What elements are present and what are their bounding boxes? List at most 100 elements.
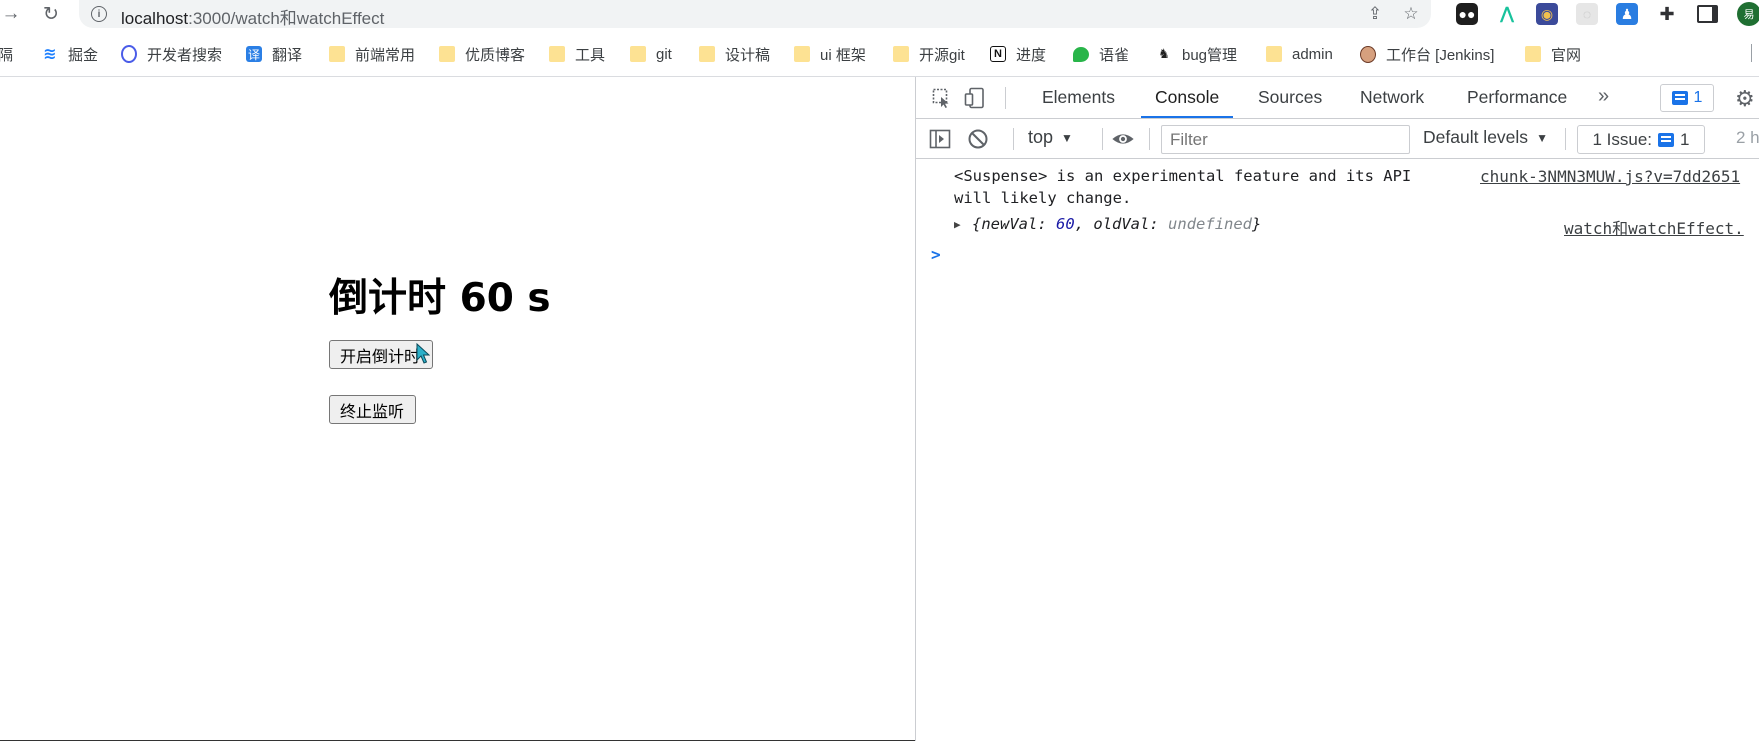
bookmark-item[interactable]: ≋ 掘金 (42, 44, 98, 64)
toolbar-divider (1013, 128, 1014, 150)
console-messages-badge[interactable]: 1 (1660, 84, 1714, 112)
tab-sources[interactable]: Sources (1258, 77, 1322, 118)
extension-icon[interactable]: ◌ (1576, 3, 1598, 25)
context-selector[interactable]: top ▼ (1028, 127, 1073, 148)
hidden-messages-count: 2 h (1736, 128, 1759, 147)
folder-icon (329, 46, 345, 62)
console-filter-input[interactable] (1161, 125, 1410, 154)
console-source-link[interactable]: watch和watchEffect. (1564, 215, 1744, 239)
extension-icon[interactable]: ♟ (1616, 3, 1638, 25)
vue-devtools-icon[interactable]: ⋀ (1496, 3, 1518, 25)
profile-avatar[interactable]: 易 (1737, 2, 1759, 26)
bookmark-item[interactable]: 开发者搜索 (121, 44, 222, 64)
bookmark-item[interactable]: admin (1266, 44, 1333, 64)
share-icon[interactable]: ⇪ (1365, 4, 1385, 24)
tab-performance[interactable]: Performance (1467, 77, 1567, 118)
bookmark-item[interactable]: 开源git (893, 44, 965, 64)
bug-icon: ♞ (1158, 46, 1170, 61)
folder-icon (549, 46, 565, 62)
bookmark-label: 工作台 [Jenkins] (1386, 46, 1495, 64)
bookmark-label: 翻译 (272, 46, 303, 64)
obj-brace: { (972, 215, 982, 233)
reload-icon[interactable]: ↻ (40, 3, 62, 25)
page-viewport: 倒计时 60 s 开启倒计时 终止监听 (0, 77, 915, 741)
extension-icon[interactable]: ◉ (1536, 3, 1558, 25)
notion-icon: N (990, 46, 1006, 62)
devtools-panel: Elements Console Sources Network Perform… (915, 77, 1759, 741)
console-toolbar: top ▼ Default levels ▼ 1 Issue: 1 2 h (916, 119, 1759, 159)
tab-network[interactable]: Network (1360, 77, 1424, 118)
bookmark-label: 官网 (1551, 46, 1582, 64)
jenkins-icon (1360, 45, 1376, 63)
toolbar-divider (1005, 87, 1006, 109)
bookmark-label: 工具 (575, 46, 606, 64)
bookmarks-bar: 隔 ≋ 掘金 开发者搜索 译翻译 前端常用 优质博客 工具 git 设计稿 ui … (0, 36, 1759, 72)
mouse-cursor-icon (416, 343, 430, 364)
countdown-heading: 倒计时 60 s (329, 276, 551, 321)
devtools-tab-bar: Elements Console Sources Network Perform… (916, 77, 1759, 119)
side-panel-icon[interactable] (1696, 3, 1718, 25)
settings-gear-icon[interactable]: ⚙ (1735, 86, 1755, 112)
address-row: → ↻ i localhost:3000/watch和watchEffect ⇪… (0, 0, 1759, 28)
folder-icon (699, 46, 715, 62)
more-tabs-chevron-icon[interactable]: » (1598, 85, 1609, 108)
extension-icon[interactable]: ●● (1456, 3, 1478, 25)
bookmark-star-icon[interactable]: ☆ (1401, 4, 1421, 24)
stop-watch-button[interactable]: 终止监听 (329, 395, 416, 424)
console-warning-line: will likely change. (954, 189, 1132, 207)
bookmark-item[interactable]: 优质博客 (439, 44, 525, 64)
url-path: :3000/watch和watchEffect (188, 9, 385, 28)
tab-elements[interactable]: Elements (1042, 77, 1115, 118)
bookmark-item[interactable]: 译翻译 (246, 44, 302, 64)
omnibox[interactable]: i localhost:3000/watch和watchEffect ⇪ ☆ (79, 0, 1431, 28)
console-source-link[interactable]: chunk-3NMN3MUW.js?v=7dd2651 (1480, 167, 1740, 186)
issues-count: 1 (1680, 129, 1690, 149)
console-warning-line: <Suspense> is an experimental feature an… (954, 167, 1412, 185)
console-log-object[interactable]: {newVal: 60, oldVal: undefined} (972, 215, 1261, 233)
bookmark-label: 前端常用 (355, 46, 416, 64)
bookmark-label: git (656, 45, 672, 63)
obj-brace: } (1252, 215, 1262, 233)
bookmark-item[interactable]: 前端常用 (329, 44, 415, 64)
clear-console-icon[interactable] (966, 127, 990, 151)
issue-bubble-icon (1658, 132, 1675, 147)
bookmark-item[interactable]: ♞ bug管理 (1156, 44, 1237, 64)
url-host: localhost (121, 9, 189, 28)
bookmark-item[interactable]: 隔 (0, 44, 13, 64)
issues-label: 1 Issue: (1592, 129, 1653, 149)
dropdown-triangle-icon: ▼ (1061, 130, 1073, 145)
bookmark-label: 开发者搜索 (147, 46, 223, 64)
folder-icon (893, 46, 909, 62)
issues-button[interactable]: 1 Issue: 1 (1577, 125, 1705, 154)
console-prompt-icon[interactable]: > (931, 245, 941, 264)
bookmark-item[interactable]: 工具 (549, 44, 605, 64)
extensions-puzzle-icon[interactable]: ✚ (1656, 3, 1678, 25)
console-sidebar-icon[interactable] (928, 127, 952, 151)
expand-triangle-icon[interactable]: ▶ (954, 218, 961, 231)
bookmark-item[interactable]: ui 框架 (794, 44, 866, 64)
console-output: <Suspense> is an experimental feature an… (916, 159, 1759, 741)
forward-arrow-icon[interactable]: → (0, 3, 22, 25)
bookmark-item[interactable]: 设计稿 (699, 44, 770, 64)
bookmark-item[interactable]: 语雀 (1073, 44, 1129, 64)
bookmark-label: 优质博客 (465, 46, 526, 64)
site-info-icon[interactable]: i (91, 6, 107, 22)
bookmark-item[interactable]: N 进度 (990, 44, 1046, 64)
log-levels-dropdown[interactable]: Default levels ▼ (1423, 127, 1548, 148)
toolbar-divider (1102, 128, 1103, 150)
url-text[interactable]: localhost:3000/watch和watchEffect (121, 4, 384, 29)
device-toolbar-icon[interactable] (963, 86, 987, 110)
bookmark-item[interactable]: 工作台 [Jenkins] (1360, 44, 1494, 64)
message-count: 1 (1693, 89, 1703, 106)
message-bubble-icon (1671, 91, 1688, 105)
bookmark-label: 语雀 (1099, 46, 1130, 64)
inspect-element-icon[interactable] (930, 86, 954, 110)
live-expression-eye-icon[interactable] (1111, 127, 1135, 151)
bookmark-item[interactable]: 官网 (1525, 44, 1581, 64)
folder-icon (1266, 46, 1282, 62)
bookmark-label: ui 框架 (820, 46, 866, 64)
tab-console[interactable]: Console (1140, 77, 1234, 118)
translate-icon: 译 (246, 46, 262, 62)
bookmark-item[interactable]: git (630, 44, 672, 64)
bookmark-label: 隔 (0, 46, 14, 64)
